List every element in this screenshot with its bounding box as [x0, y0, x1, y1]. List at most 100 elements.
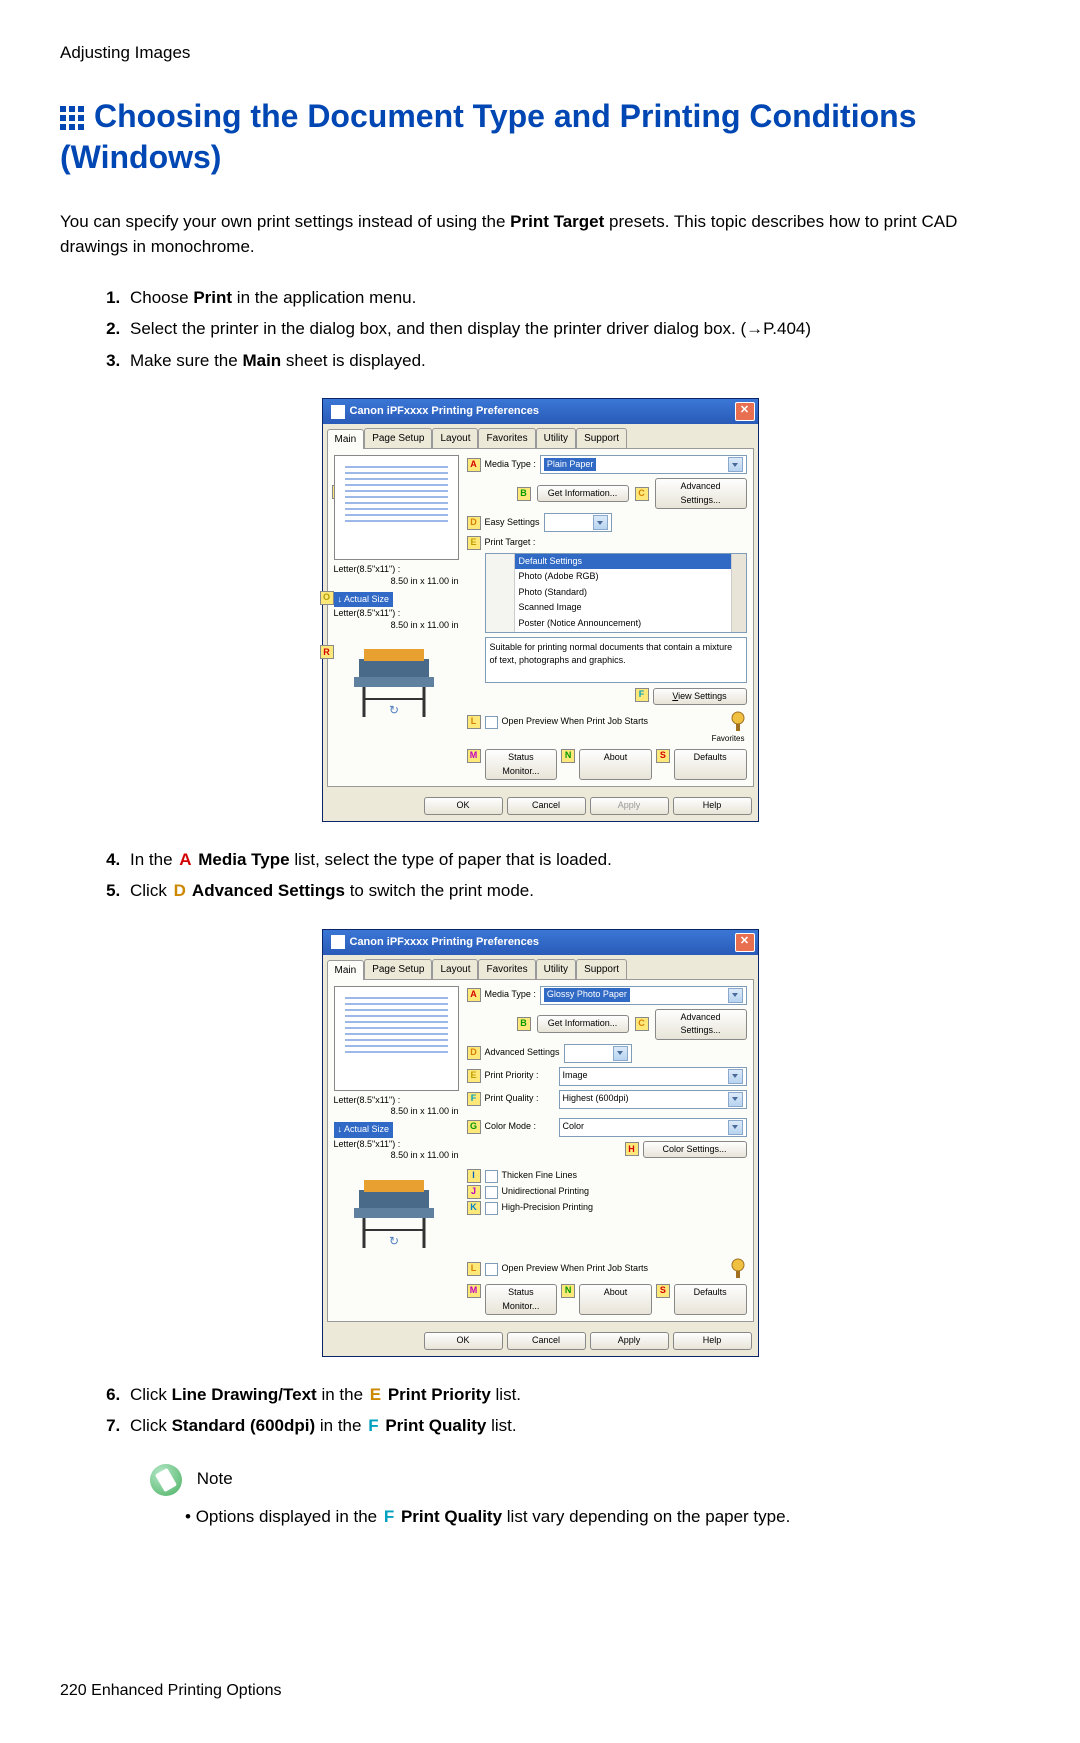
open-preview-label: Open Preview When Print Job Starts — [502, 715, 649, 729]
step-1: Choose Print in the application menu. — [125, 285, 1020, 311]
get-information-button[interactable]: Get Information... — [537, 485, 629, 503]
cancel-button[interactable]: Cancel — [507, 1332, 586, 1350]
high-precision-checkbox[interactable] — [485, 1202, 498, 1215]
step-6: Click Line Drawing/Text in the E Print P… — [125, 1382, 1020, 1408]
app-icon — [331, 405, 345, 419]
printing-preferences-dialog-2: Canon iPFxxxx Printing Preferences ✕ Mai… — [322, 929, 759, 1357]
easy-settings-label: Easy Settings — [485, 516, 540, 530]
unidirectional-label: Unidirectional Printing — [502, 1185, 590, 1199]
favorites-icon[interactable] — [729, 711, 747, 733]
print-priority-dropdown[interactable]: Image — [559, 1067, 747, 1086]
thicken-checkbox[interactable] — [485, 1170, 498, 1183]
ok-button[interactable]: OK — [424, 797, 503, 815]
callout-c: C — [635, 1017, 649, 1031]
cancel-button[interactable]: Cancel — [507, 797, 586, 815]
svg-text:↻: ↻ — [388, 1234, 398, 1248]
note-label: Note — [197, 1466, 233, 1492]
callout-n: N — [561, 1284, 575, 1298]
color-settings-button[interactable]: Color Settings... — [643, 1141, 747, 1159]
page-preview — [334, 455, 459, 560]
help-button[interactable]: Help — [673, 1332, 752, 1350]
close-icon[interactable]: ✕ — [735, 402, 755, 421]
print-quality-label: Print Quality : — [485, 1092, 555, 1106]
settings-mode-dropdown[interactable] — [564, 1044, 632, 1063]
svg-text:↻: ↻ — [388, 703, 398, 717]
media-type-dropdown[interactable]: Glossy Photo Paper — [540, 986, 747, 1005]
dialog-tabs: Main Page Setup Layout Favorites Utility… — [323, 955, 758, 979]
callout-g: G — [467, 1120, 481, 1134]
tab-utility[interactable]: Utility — [536, 959, 576, 979]
get-information-button[interactable]: Get Information... — [537, 1015, 629, 1033]
breadcrumb: Adjusting Images — [60, 40, 1020, 66]
callout-s: S — [656, 1284, 670, 1298]
tab-page-setup[interactable]: Page Setup — [364, 959, 432, 979]
list-item[interactable]: Poster (Photo: Studio) — [515, 631, 731, 632]
open-preview-checkbox[interactable] — [485, 1263, 498, 1276]
defaults-button[interactable]: Defaults — [674, 1284, 747, 1315]
defaults-button[interactable]: Defaults — [674, 749, 747, 780]
list-item[interactable]: Scanned Image — [515, 600, 731, 616]
output-size-info: Letter(8.5"x11") : 8.50 in x 11.00 in — [334, 1139, 459, 1162]
scrollbar[interactable] — [731, 554, 746, 632]
print-quality-dropdown[interactable]: Highest (600dpi) — [559, 1090, 747, 1109]
chevron-down-icon — [613, 1046, 628, 1061]
list-item[interactable]: Photo (Adobe RGB) — [515, 569, 731, 585]
high-precision-label: High-Precision Printing — [502, 1201, 594, 1215]
list-item[interactable]: Poster (Notice Announcement) — [515, 616, 731, 632]
dialog-titlebar: Canon iPFxxxx Printing Preferences ✕ — [323, 399, 758, 424]
advanced-settings-button[interactable]: Advanced Settings... — [655, 478, 747, 509]
status-monitor-button[interactable]: Status Monitor... — [485, 1284, 558, 1315]
ok-button[interactable]: OK — [424, 1332, 503, 1350]
tab-main[interactable]: Main — [327, 429, 365, 449]
apply-button[interactable]: Apply — [590, 797, 669, 815]
print-target-listbox[interactable]: Default Settings Photo (Adobe RGB) Photo… — [485, 553, 747, 633]
page-title: Choosing the Document Type and Printing … — [60, 96, 1020, 179]
callout-r: R — [320, 645, 334, 659]
close-icon[interactable]: ✕ — [735, 933, 755, 952]
step-5: Click D Advanced Settings to switch the … — [125, 878, 1020, 904]
page-size-info: Letter(8.5"x11") : 8.50 in x 11.00 in — [334, 1095, 459, 1118]
callout-d: D — [467, 1046, 481, 1060]
list-item[interactable]: Photo (Standard) — [515, 585, 731, 601]
chevron-down-icon — [728, 1120, 743, 1135]
media-type-dropdown[interactable]: Plain Paper — [540, 455, 747, 474]
help-button[interactable]: Help — [673, 797, 752, 815]
callout-d: D — [467, 516, 481, 530]
open-preview-label: Open Preview When Print Job Starts — [502, 1262, 649, 1276]
note-icon — [150, 1464, 182, 1496]
tab-support[interactable]: Support — [576, 428, 627, 448]
callout-j: J — [467, 1185, 481, 1199]
easy-settings-dropdown[interactable] — [544, 513, 612, 532]
tab-favorites[interactable]: Favorites — [478, 428, 535, 448]
note-block: Note • Options displayed in the F Print … — [150, 1464, 1020, 1530]
advanced-settings-button[interactable]: Advanced Settings... — [655, 1009, 747, 1040]
media-type-label: Media Type : — [485, 988, 536, 1002]
tab-layout[interactable]: Layout — [432, 959, 478, 979]
tab-favorites[interactable]: Favorites — [478, 959, 535, 979]
grid-icon — [60, 106, 84, 130]
step-7: Click Standard (600dpi) in the F Print Q… — [125, 1413, 1020, 1439]
tab-main[interactable]: Main — [327, 960, 365, 980]
list-item[interactable]: Default Settings — [515, 554, 731, 570]
status-monitor-button[interactable]: Status Monitor... — [485, 749, 558, 780]
apply-button[interactable]: Apply — [590, 1332, 669, 1350]
tab-page-setup[interactable]: Page Setup — [364, 428, 432, 448]
callout-c: C — [635, 487, 649, 501]
about-button[interactable]: About — [579, 1284, 652, 1315]
tab-layout[interactable]: Layout — [432, 428, 478, 448]
color-mode-label: Color Mode : — [485, 1120, 555, 1134]
view-settings-button[interactable]: VView Settingsiew Settings — [653, 688, 747, 706]
callout-m: M — [467, 1284, 481, 1298]
chevron-down-icon — [728, 1069, 743, 1084]
unidirectional-checkbox[interactable] — [485, 1186, 498, 1199]
actual-size-label: ↓ Actual Size — [334, 1122, 394, 1138]
favorites-icon[interactable] — [729, 1258, 747, 1280]
tab-support[interactable]: Support — [576, 959, 627, 979]
printing-preferences-dialog-1: Canon iPFxxxx Printing Preferences ✕ Mai… — [322, 398, 759, 822]
about-button[interactable]: About — [579, 749, 652, 780]
tab-utility[interactable]: Utility — [536, 428, 576, 448]
note-bullet: • Options displayed in the F Print Quali… — [185, 1504, 1020, 1530]
callout-i: I — [467, 1169, 481, 1183]
open-preview-checkbox[interactable] — [485, 716, 498, 729]
color-mode-dropdown[interactable]: Color — [559, 1118, 747, 1137]
